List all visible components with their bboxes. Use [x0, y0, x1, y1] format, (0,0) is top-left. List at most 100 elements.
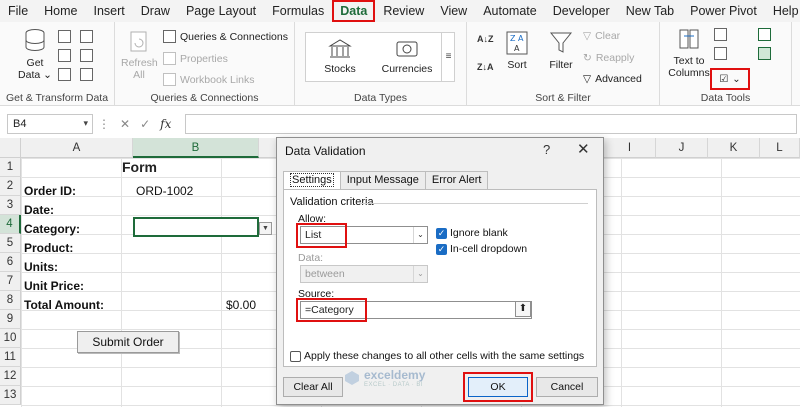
relationships-icon[interactable] — [758, 47, 771, 60]
row-header[interactable]: 6 — [0, 253, 21, 272]
data-select[interactable]: between ⌄ — [300, 265, 428, 283]
row-header[interactable]: 1 — [0, 158, 21, 177]
tab-input-message[interactable]: Input Message — [339, 171, 426, 189]
row-header[interactable]: 5 — [0, 234, 21, 253]
refresh-icon — [130, 31, 147, 52]
row-header[interactable]: 8 — [0, 291, 21, 310]
cell-dropdown-arrow[interactable]: ▼ — [259, 222, 272, 235]
tab-view[interactable]: View — [432, 0, 475, 22]
tab-page-layout[interactable]: Page Layout — [178, 0, 264, 22]
tab-draw[interactable]: Draw — [133, 0, 178, 22]
filter-button[interactable]: Filter — [543, 30, 579, 71]
funnel-icon — [549, 32, 573, 53]
column-header[interactable]: L — [760, 138, 800, 158]
tab-error-alert[interactable]: Error Alert — [424, 171, 489, 189]
submit-order-button[interactable]: Submit Order — [77, 331, 179, 353]
queries-connections-button[interactable]: Queries & Connections — [163, 30, 288, 43]
tab-developer[interactable]: Developer — [545, 0, 618, 22]
ribbon-tab-bar: File Home Insert Draw Page Layout Formul… — [0, 0, 800, 22]
queries-icon — [163, 30, 176, 43]
select-all-corner[interactable] — [0, 138, 21, 158]
ignore-blank-checkbox[interactable]: ✓ Ignore blank — [436, 227, 508, 239]
ribbon: Get Data ⌄ Get & Transform Data Refresh … — [0, 22, 800, 106]
get-data-small-icons — [58, 30, 71, 81]
stocks-button[interactable]: Stocks — [311, 38, 369, 75]
column-header[interactable]: J — [656, 138, 708, 158]
ok-button[interactable]: OK — [468, 377, 528, 397]
tab-formulas[interactable]: Formulas — [264, 0, 332, 22]
existing-connections-icon[interactable] — [80, 49, 93, 62]
workbook-links-button[interactable]: Workbook Links — [163, 73, 255, 86]
row-header[interactable]: 2 — [0, 177, 21, 196]
source-input[interactable]: =Category — [300, 301, 532, 319]
get-data-button[interactable]: Get Data ⌄ — [18, 28, 52, 81]
properties-icon — [163, 52, 176, 65]
tab-review[interactable]: Review — [375, 0, 432, 22]
row-header[interactable]: 10 — [0, 329, 21, 348]
column-header[interactable]: B — [133, 138, 259, 158]
dialog-title: Data Validation — [285, 144, 366, 158]
currencies-button[interactable]: Currencies — [375, 38, 439, 75]
row-header[interactable]: 13 — [0, 386, 21, 405]
row-header[interactable]: 3 — [0, 196, 21, 215]
tab-help[interactable]: Help — [765, 0, 800, 22]
close-icon[interactable]: ✕ — [577, 140, 590, 158]
recent-sources-icon[interactable] — [80, 30, 93, 43]
apply-all-checkbox[interactable]: Apply these changes to all other cells w… — [290, 350, 584, 362]
row-header[interactable]: 4 — [0, 215, 21, 234]
enter-icon[interactable]: ✓ — [140, 117, 150, 131]
sort-az-button[interactable]: A↓Z — [477, 34, 494, 44]
tab-insert[interactable]: Insert — [86, 0, 133, 22]
consolidate-icon[interactable] — [758, 28, 771, 41]
group-sort-filter: A↓Z Z↓A ZAA Sort Filter ▽ Clear ↻ Reapply … — [467, 22, 660, 106]
column-header[interactable]: K — [708, 138, 760, 158]
remove-duplicates-icon[interactable] — [714, 47, 727, 60]
gallery-more-icon[interactable]: ≡ — [441, 32, 455, 82]
from-picture-icon[interactable] — [80, 68, 93, 81]
in-cell-dropdown-checkbox[interactable]: ✓ In-cell dropdown — [436, 243, 527, 255]
from-table-icon[interactable] — [58, 68, 71, 81]
insert-function-icon[interactable]: fx — [160, 117, 171, 131]
row-header[interactable]: 9 — [0, 310, 21, 329]
allow-select[interactable]: List ⌄ — [300, 226, 428, 244]
from-web-icon[interactable] — [58, 49, 71, 62]
cancel-button[interactable]: Cancel — [536, 377, 598, 397]
column-header[interactable]: I — [604, 138, 656, 158]
row-header[interactable]: 11 — [0, 348, 21, 367]
formula-input[interactable] — [185, 114, 797, 134]
refresh-all-button[interactable]: Refresh All — [121, 30, 158, 81]
tab-power-pivot[interactable]: Power Pivot — [682, 0, 765, 22]
collapse-dialog-icon[interactable]: ⬆ — [515, 301, 531, 317]
properties-button[interactable]: Properties — [163, 52, 228, 65]
order-id-value[interactable]: ORD-1002 — [136, 182, 193, 201]
tab-data[interactable]: Data — [332, 0, 376, 22]
svg-text:A: A — [514, 44, 520, 53]
data-tools-small-icons-2 — [758, 28, 771, 60]
cancel-icon[interactable]: ✕ — [120, 117, 130, 131]
tab-settings[interactable]: Settings — [283, 171, 341, 190]
advanced-filter-button[interactable]: ▽ Advanced — [583, 73, 642, 85]
clear-filter-button[interactable]: ▽ Clear — [583, 30, 620, 42]
tab-file[interactable]: File — [0, 0, 36, 22]
tab-automate[interactable]: Automate — [475, 0, 545, 22]
help-icon[interactable]: ? — [543, 142, 550, 157]
sort-button[interactable]: ZAA Sort — [499, 30, 535, 71]
sort-za-button[interactable]: Z↓A — [477, 62, 494, 72]
name-box[interactable]: B4 ▾ — [7, 114, 93, 134]
row-header[interactable]: 12 — [0, 367, 21, 386]
tab-home[interactable]: Home — [36, 0, 85, 22]
allow-label: Allow: — [298, 213, 327, 225]
row-header[interactable]: 7 — [0, 272, 21, 291]
clear-all-button[interactable]: Clear All — [283, 377, 343, 397]
data-validation-button[interactable]: ☑ ⌄ — [710, 68, 750, 90]
text-to-columns-button[interactable]: Text to Columns — [668, 28, 710, 79]
active-cell-category[interactable] — [133, 217, 259, 237]
chevron-down-icon: ⌄ — [413, 266, 427, 282]
tab-new-tab[interactable]: New Tab — [618, 0, 682, 22]
from-text-icon[interactable] — [58, 30, 71, 43]
source-label: Source: — [298, 288, 335, 300]
data-tools-small-icons — [714, 28, 727, 60]
reapply-button[interactable]: ↻ Reapply — [583, 52, 634, 64]
column-header[interactable]: A — [21, 138, 133, 158]
flash-fill-icon[interactable] — [714, 28, 727, 41]
